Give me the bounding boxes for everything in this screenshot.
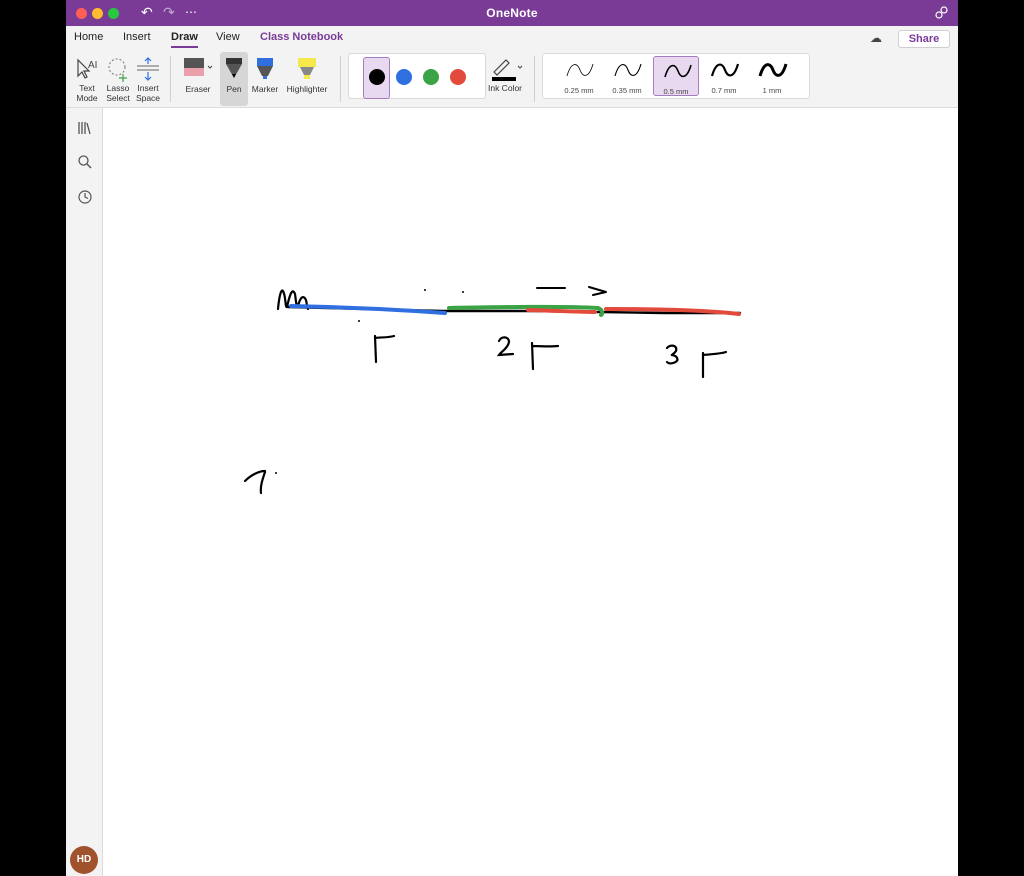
stroke-size-label: 0.7 mm xyxy=(711,86,737,95)
ribbon-separator xyxy=(170,56,171,102)
stroke-size-label: 0.35 mm xyxy=(612,86,642,95)
stroke-size-gallery: 0.25 mm 0.35 mm 0.5 mm 0.7 mm 1 mm xyxy=(542,53,810,99)
marker-button[interactable]: Marker xyxy=(250,52,280,106)
ink-label-2mu xyxy=(530,341,560,371)
ink-color-button[interactable]: Ink Color xyxy=(486,52,524,106)
share-label: Share xyxy=(908,33,940,45)
stroke-size-option[interactable]: 0.35 mm xyxy=(604,56,650,96)
color-blue-swatch[interactable] xyxy=(396,69,412,85)
tab-home[interactable]: Home xyxy=(74,31,103,43)
tab-class-notebook[interactable]: Class Notebook xyxy=(260,31,343,43)
stroke-size-option[interactable]: 1 mm xyxy=(749,56,795,96)
tab-draw[interactable]: Draw xyxy=(171,31,198,48)
highlighter-label: Highlighter xyxy=(286,84,328,94)
insert-space-icon xyxy=(137,57,159,81)
highlighter-icon xyxy=(298,58,316,79)
stroke-size-option[interactable]: 0.7 mm xyxy=(701,56,747,96)
notebooks-icon[interactable] xyxy=(77,120,93,136)
ink-dot xyxy=(462,291,464,293)
account-icon[interactable] xyxy=(934,5,950,21)
text-mode-button[interactable]: AI Text Mode xyxy=(72,52,102,106)
navigation-sidebar: HD xyxy=(66,108,103,876)
note-canvas[interactable] xyxy=(103,108,958,876)
highlighter-button[interactable]: Highlighter xyxy=(282,52,332,106)
eraser-icon xyxy=(184,58,213,76)
ink-drawing xyxy=(243,286,742,495)
marker-label: Marker xyxy=(251,84,279,94)
ink-dot xyxy=(358,320,360,322)
ribbon-separator xyxy=(534,56,535,102)
color-black-swatch[interactable] xyxy=(369,69,385,85)
ribbon-separator xyxy=(340,56,341,102)
lasso-select-label: Lasso Select xyxy=(106,83,130,103)
ink-color-label: Ink Color xyxy=(487,83,522,93)
color-green-swatch[interactable] xyxy=(423,69,439,85)
stroke-size-label: 1 mm xyxy=(762,86,782,95)
onenote-window: ↶ ↷ ⋯ OneNote Home Insert Draw View Clas… xyxy=(66,0,958,876)
sync-icon[interactable]: ☁ xyxy=(870,31,882,45)
svg-text:AI: AI xyxy=(88,60,97,71)
eraser-label: Eraser xyxy=(185,84,211,94)
stroke-size-option[interactable]: 0.25 mm xyxy=(556,56,602,96)
share-button[interactable]: Share xyxy=(898,30,950,48)
pen-button[interactable]: Pen xyxy=(220,52,248,106)
text-mode-label: Text Mode xyxy=(76,83,98,103)
pen-icon xyxy=(226,58,242,78)
window-title: OneNote xyxy=(486,6,538,20)
draw-ribbon: AI Text Mode Lasso Select Insert Space E… xyxy=(66,50,958,108)
ribbon-tabs: Home Insert Draw View Class Notebook xyxy=(66,26,958,50)
ink-label-3mu xyxy=(701,350,728,379)
ink-label-3 xyxy=(665,344,679,365)
ink-mark-1 xyxy=(243,469,267,495)
recent-icon[interactable] xyxy=(77,189,93,205)
ink-color-palette xyxy=(348,53,486,99)
ink-color-icon xyxy=(492,59,523,81)
ink-label-2 xyxy=(496,336,515,357)
ink-stroke-blue-segment xyxy=(289,304,447,315)
ink-dot xyxy=(424,289,426,291)
marker-icon xyxy=(257,58,273,79)
pen-label: Pen xyxy=(226,84,242,94)
ink-label-mu xyxy=(373,334,396,364)
text-mode-icon: AI xyxy=(77,58,97,79)
stroke-size-label: 0.5 mm xyxy=(663,87,689,96)
lasso-select-button[interactable]: Lasso Select xyxy=(103,52,133,106)
stroke-size-label: 0.25 mm xyxy=(564,86,594,95)
ink-dot xyxy=(275,472,277,474)
search-icon[interactable] xyxy=(77,154,93,170)
lasso-select-icon xyxy=(108,58,127,82)
tab-view[interactable]: View xyxy=(216,31,240,43)
avatar[interactable]: HD xyxy=(70,846,98,874)
color-red-swatch[interactable] xyxy=(450,69,466,85)
title-bar: ↶ ↷ ⋯ OneNote xyxy=(66,0,958,26)
ink-stroke-arrow xyxy=(536,286,607,296)
insert-space-button[interactable]: Insert Space xyxy=(133,52,163,106)
insert-space-label: Insert Space xyxy=(135,83,161,103)
eraser-button[interactable]: Eraser xyxy=(178,52,218,106)
tab-insert[interactable]: Insert xyxy=(123,31,151,43)
stroke-size-option-selected[interactable]: 0.5 mm xyxy=(653,56,699,96)
